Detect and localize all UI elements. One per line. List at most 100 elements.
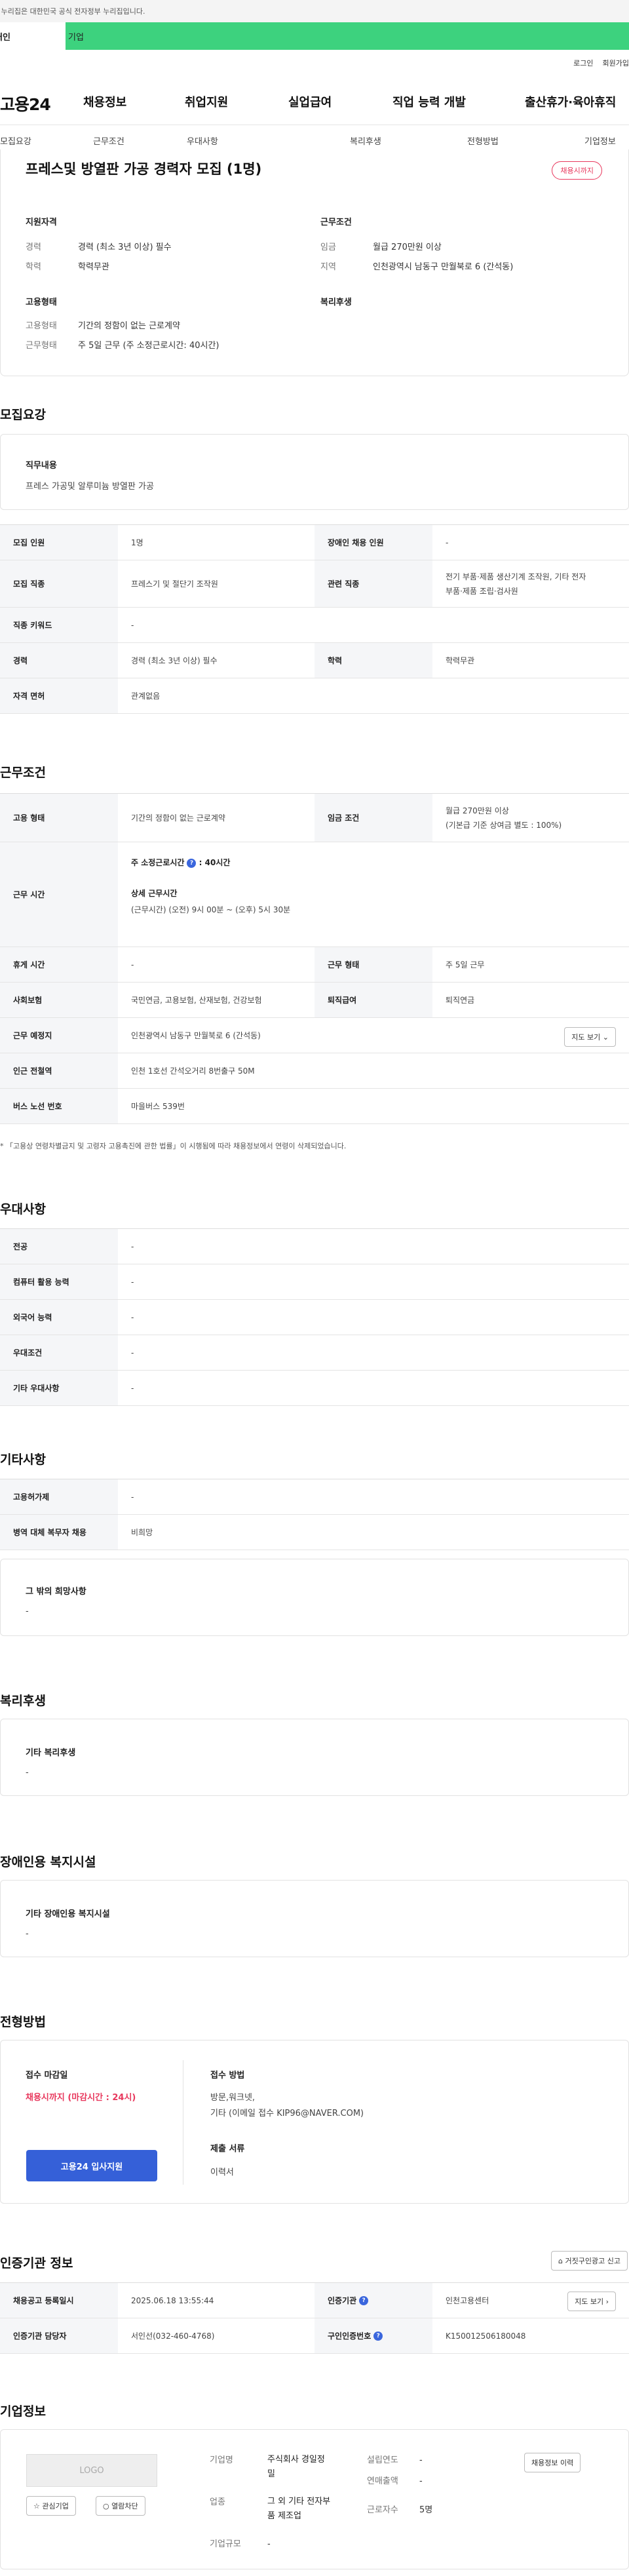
- row-label: 우대조건: [0, 1335, 118, 1370]
- table-row: 인증기관 담당자 서인선(032-460-4768) 구인인증번호? K1500…: [0, 2318, 629, 2354]
- table-row: 휴게 시간 - 근무 형태 주 5일 근무: [0, 947, 629, 983]
- row-value: -: [131, 1492, 134, 1502]
- top-tabs: 개인 기업: [0, 22, 629, 50]
- fav-button[interactable]: ☆ 관심기업: [26, 2496, 76, 2516]
- row-label: 인증기관?: [314, 2283, 432, 2318]
- row-label: 인증기관 담당자: [0, 2318, 118, 2353]
- subnav-item[interactable]: 복리후생: [350, 134, 381, 147]
- method-text: 방문,워크넷, 기타 (이메일 접수 KIP96@NAVER.COM): [210, 2093, 364, 2118]
- row-value: 인천광역시 남동구 만월북로 6 (간석동): [131, 1031, 261, 1040]
- home-icon: ⌂: [558, 2257, 563, 2265]
- company-name: 기업명: [210, 2455, 233, 2465]
- emp-heading: 고용형태: [26, 298, 57, 307]
- company-name-value: 주식회사 경일정 밀: [267, 2455, 325, 2479]
- qual-heading: 지원자격: [26, 218, 57, 227]
- tab-corporate[interactable]: 기업: [66, 22, 131, 50]
- etc-table: 고용허가제 - 병역 대체 복무자 채용 비희망: [0, 1479, 629, 1550]
- apply-button[interactable]: 고용24 입사지원: [26, 2150, 157, 2181]
- table-row: 병역 대체 복무자 채용 비희망: [0, 1515, 629, 1550]
- row-label: 근무 시간: [0, 842, 118, 946]
- section-title-disabled: 장애인용 복지시설: [0, 1855, 96, 1869]
- row-value: 인천고용센터: [446, 2296, 489, 2305]
- subnav-item[interactable]: 기업정보: [584, 134, 616, 147]
- deadline-badge: 채용시까지: [552, 161, 602, 180]
- row-label: 기타 우대사항: [0, 1371, 118, 1405]
- gnb-item[interactable]: 취업지원: [185, 93, 228, 110]
- row-value: 인천 1호선 간석오거리 8번출구 50M: [131, 1066, 255, 1076]
- company-revenue: 연매출액 -: [367, 2476, 423, 2486]
- map-button[interactable]: 지도 보기 ⌄: [564, 1027, 616, 1047]
- table-row: 채용공고 등록일시 2025.06.18 13:55:44 인증기관? 인천고용…: [0, 2283, 629, 2318]
- table-row: 인근 전철역 인천 1호선 간석오거리 8번출구 50M: [0, 1053, 629, 1089]
- info-icon[interactable]: ?: [187, 858, 197, 868]
- deadline-heading: 접수 마감일: [26, 2071, 68, 2080]
- info-icon[interactable]: ?: [373, 2331, 383, 2341]
- gnb-item[interactable]: 출산휴가·육아휴직: [525, 93, 616, 110]
- duty-box: 직무내용 프레스 가공및 알루미늄 방열판 가공: [0, 434, 629, 510]
- section-title-pref: 우대사항: [0, 1202, 46, 1217]
- row-value: 퇴직연금: [446, 996, 475, 1005]
- gov-banner: 이 누리집은 대한민국 공식 전자정부 누리집입니다.: [0, 0, 629, 22]
- gnb-item[interactable]: 직업 능력 개발: [392, 93, 466, 110]
- table-row: 직종 키워드 -: [0, 608, 629, 643]
- row-label: 채용공고 등록일시: [0, 2283, 118, 2318]
- recruit-table: 모집 인원 1명 장애인 채용 인원 - 모집 직종 프레스기 및 절단기 조작…: [0, 524, 629, 714]
- summary-emp-type: 고용형태 기간의 정함이 없는 근로계약: [26, 321, 180, 331]
- disabled-box: 기타 장애인용 복지시설 -: [0, 1880, 629, 1957]
- row-value: 1명: [131, 538, 143, 547]
- summary-career: 경력 경력 (최소 3년 이상) 필수: [26, 243, 172, 252]
- login-link[interactable]: 로그인: [573, 58, 593, 68]
- block-button[interactable]: ○ 열람차단: [96, 2496, 145, 2516]
- block-icon: ○: [103, 2502, 109, 2510]
- subnav-item[interactable]: 근무조건: [93, 134, 124, 147]
- row-value: -: [131, 1312, 134, 1322]
- row-label: 버스 노선 번호: [0, 1089, 118, 1123]
- row-value: 서인선(032-460-4768): [131, 2332, 215, 2341]
- tab-personal[interactable]: 개인: [0, 22, 66, 50]
- company-employees: 근로자수 5명: [367, 2505, 433, 2515]
- row-label: 모집 인원: [0, 525, 118, 560]
- row-value: 기간의 정함이 없는 근로계약: [131, 813, 225, 823]
- table-row: 전공 -: [0, 1229, 629, 1264]
- chevron-down-icon: ⌄: [602, 1033, 609, 1042]
- row-label: 사회보험: [0, 983, 118, 1017]
- report-button[interactable]: ⌂ 거짓구인광고 신고: [551, 2251, 628, 2271]
- job-summary-card: 프레스및 방열판 가공 경력자 모집 (1명) 채용시까지 지원자격 경력 경력 …: [0, 149, 629, 376]
- subnav-item[interactable]: 모집요강: [0, 134, 31, 147]
- row-label: 퇴직급여: [314, 983, 432, 1017]
- section-title-company: 기업정보: [0, 2404, 46, 2419]
- row-label: 휴게 시간: [0, 947, 118, 982]
- row-label: 근무 형태: [314, 947, 432, 982]
- table-row: 고용 형태 기간의 정함이 없는 근로계약 임금 조건 월급 270만원 이상(…: [0, 794, 629, 842]
- chevron-right-icon: ›: [605, 2297, 609, 2306]
- row-value: -: [131, 1348, 134, 1357]
- subnav-item[interactable]: 우대사항: [187, 134, 218, 147]
- table-row: 외국어 능력 -: [0, 1300, 629, 1335]
- row-value: 학력무관: [446, 656, 475, 665]
- gnb-item[interactable]: 실업급여: [288, 93, 332, 110]
- section-title-welfare: 복리후생: [0, 1694, 46, 1708]
- history-button[interactable]: 채용정보 이력: [524, 2453, 581, 2472]
- company-size: 기업규모 -: [210, 2539, 271, 2549]
- row-value: 경력 (최소 3년 이상) 필수: [131, 656, 218, 665]
- table-row: 모집 직종 프레스기 및 절단기 조작원 관련 직종 전기 부품·제품 생산기계…: [0, 560, 629, 608]
- job-title: 프레스및 방열판 가공 경력자 모집 (1명): [26, 161, 262, 177]
- row-label: 전공: [0, 1229, 118, 1264]
- company-logo: LOGO: [26, 2454, 157, 2487]
- row-label: 컴퓨터 활용 능력: [0, 1264, 118, 1299]
- cert-map-button[interactable]: 지도 보기 ›: [567, 2292, 616, 2311]
- table-row: 기타 우대사항 -: [0, 1371, 629, 1406]
- summary-hours: 근무형태 주 5일 근무 (주 소정근로시간: 40시간): [26, 341, 219, 351]
- gnb-item[interactable]: 채용정보: [83, 93, 126, 110]
- table-row: 컴퓨터 활용 능력 -: [0, 1264, 629, 1300]
- welfare-heading: 복리후생: [320, 298, 352, 307]
- subnav-item[interactable]: 전형방법: [467, 134, 499, 147]
- table-row: 고용허가제 -: [0, 1479, 629, 1515]
- row-label: 임금 조건: [314, 794, 432, 842]
- join-link[interactable]: 회원가입: [603, 58, 629, 68]
- row-value: 관계없음: [131, 692, 161, 701]
- row-label: 관련 직종: [314, 560, 432, 607]
- brand-logo[interactable]: 고용24: [0, 92, 51, 115]
- info-icon[interactable]: ?: [359, 2295, 369, 2305]
- table-row: 근무 시간 주 소정근로시간? : 40시간 상세 근무시간 (근무시간) (오…: [0, 842, 629, 947]
